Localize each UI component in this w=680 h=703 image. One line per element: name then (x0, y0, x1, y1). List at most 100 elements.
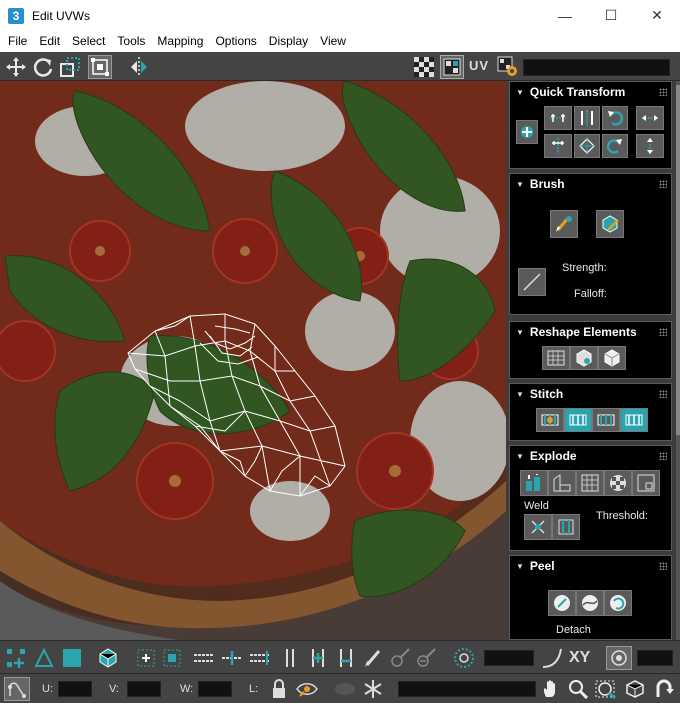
relax-brush-icon[interactable] (596, 210, 624, 238)
rotate-icon[interactable] (31, 55, 55, 79)
rollout-header-stitch[interactable]: ▼ Stitch (510, 384, 671, 404)
space-vertical-icon[interactable] (636, 134, 664, 158)
falloff-type-icon[interactable] (540, 646, 564, 670)
grip-icon[interactable] (659, 390, 667, 398)
align-top-icon[interactable] (544, 134, 572, 158)
texture-settings-icon[interactable] (496, 55, 520, 79)
rollout-header-explode[interactable]: ▼ Explode (510, 446, 671, 466)
distribute-icon[interactable] (574, 134, 600, 158)
ring-grow-icon[interactable] (306, 646, 330, 670)
ring-shrink-icon[interactable] (280, 646, 300, 670)
soft-selection-settings-icon[interactable] (606, 646, 632, 670)
weld-selected-icon[interactable] (524, 514, 552, 540)
menu-file[interactable]: File (2, 31, 33, 52)
menu-display[interactable]: Display (263, 31, 314, 52)
rollout-header-quick-transform[interactable]: ▼ Quick Transform (510, 82, 671, 102)
menu-tools[interactable]: Tools (111, 31, 151, 52)
explode-to-material-icon[interactable] (548, 470, 576, 496)
rollout-header-reshape-elements[interactable]: ▼ Reshape Elements (510, 322, 671, 342)
break-icon[interactable] (632, 470, 660, 496)
paint-select-icon[interactable] (362, 646, 386, 670)
align-horizontal-icon[interactable] (544, 106, 572, 130)
mirror-icon[interactable] (127, 55, 151, 79)
quick-peel-icon[interactable] (548, 590, 576, 616)
falloff-curve-icon[interactable] (518, 268, 546, 296)
lock-icon[interactable] (268, 677, 290, 701)
hide-icon[interactable] (294, 677, 320, 701)
menu-edit[interactable]: Edit (33, 31, 66, 52)
polygon-select-icon[interactable] (60, 646, 84, 670)
menu-view[interactable]: View (314, 31, 352, 52)
edge-loop-icon[interactable] (192, 646, 216, 670)
move-icon[interactable] (4, 55, 28, 79)
zoom-extents-icon[interactable] (622, 677, 648, 701)
checker-pattern-icon[interactable] (412, 55, 436, 79)
rollout-header-peel[interactable]: ▼ Peel (510, 556, 671, 576)
loop-grow-icon[interactable] (248, 646, 272, 670)
stitch-to-target-icon[interactable] (620, 408, 648, 432)
menu-select[interactable]: Select (66, 31, 111, 52)
edge-ring-icon[interactable] (220, 646, 244, 670)
set-pivot-icon[interactable] (516, 120, 538, 144)
menu-options[interactable]: Options (209, 31, 262, 52)
close-button[interactable]: ✕ (634, 0, 680, 31)
viewport-canvas[interactable] (0, 81, 506, 640)
space-horizontal-icon[interactable] (636, 106, 664, 130)
v-value-field[interactable] (127, 681, 161, 697)
filter-dropdown[interactable] (398, 681, 536, 697)
relax-icon[interactable] (570, 346, 598, 370)
snap-icon[interactable] (652, 677, 676, 701)
soft-selection-distance[interactable] (637, 650, 673, 666)
grow-selection-icon[interactable] (134, 646, 158, 670)
grip-icon[interactable] (659, 452, 667, 460)
stitch-to-source-icon[interactable] (564, 408, 592, 432)
grip-icon[interactable] (659, 562, 667, 570)
reset-peel-icon[interactable] (604, 590, 632, 616)
edge-select-icon[interactable] (32, 646, 56, 670)
grip-icon[interactable] (659, 180, 667, 188)
soft-selection-value[interactable] (484, 650, 534, 666)
shrink-selection-icon[interactable] (160, 646, 184, 670)
freeze-icon[interactable] (360, 677, 386, 701)
vertex-select-icon[interactable] (4, 646, 28, 670)
paint-brush-icon[interactable] (550, 210, 578, 238)
u-value-field[interactable] (58, 681, 92, 697)
absolute-relative-toggle-icon[interactable] (4, 677, 30, 701)
unhide-icon[interactable] (332, 677, 358, 701)
ring-minus-icon[interactable] (334, 646, 358, 670)
pan-hand-icon[interactable] (539, 677, 563, 701)
rollout-header-brush[interactable]: ▼ Brush (510, 174, 671, 194)
grip-icon[interactable] (659, 88, 667, 96)
align-vertical-icon[interactable] (574, 106, 600, 130)
flatten-by-polygon-angle-icon[interactable] (576, 470, 604, 496)
menu-mapping[interactable]: Mapping (151, 31, 209, 52)
zoom-region-icon[interactable] (593, 677, 619, 701)
maximize-button[interactable]: ☐ (588, 0, 634, 31)
w-value-field[interactable] (198, 681, 232, 697)
grip-icon[interactable] (659, 328, 667, 336)
rotate-cw-icon[interactable] (602, 134, 628, 158)
straighten-selection-icon[interactable] (542, 346, 570, 370)
minimize-button[interactable]: — (542, 0, 588, 31)
peel-mode-icon[interactable] (576, 590, 604, 616)
element-select-icon[interactable] (96, 646, 120, 670)
paint-select-shrink-icon[interactable] (414, 646, 438, 670)
flatten-by-material-icon[interactable] (604, 470, 632, 496)
uv-viewport[interactable] (0, 81, 506, 640)
stitch-average-icon[interactable] (592, 408, 620, 432)
paint-select-grow-icon[interactable] (388, 646, 412, 670)
panel-scroll-thumb[interactable] (676, 85, 680, 435)
scale-icon[interactable] (58, 55, 82, 79)
freeform-icon[interactable] (88, 55, 112, 79)
stitch-custom-icon[interactable] (536, 408, 564, 432)
relax-settings-icon[interactable] (598, 346, 626, 370)
explode-to-smoothing-groups-icon[interactable] (520, 470, 548, 496)
weld-all-selected-icon[interactable] (552, 514, 580, 540)
soft-selection-icon[interactable] (452, 646, 476, 670)
zoom-icon[interactable] (566, 677, 590, 701)
xy-coordinate-label[interactable]: XY (569, 649, 590, 667)
texture-dropdown[interactable] (523, 59, 670, 76)
uv-label[interactable]: UV (469, 58, 489, 73)
rotate-ccw-icon[interactable] (602, 106, 628, 130)
show-map-icon[interactable] (440, 55, 464, 79)
